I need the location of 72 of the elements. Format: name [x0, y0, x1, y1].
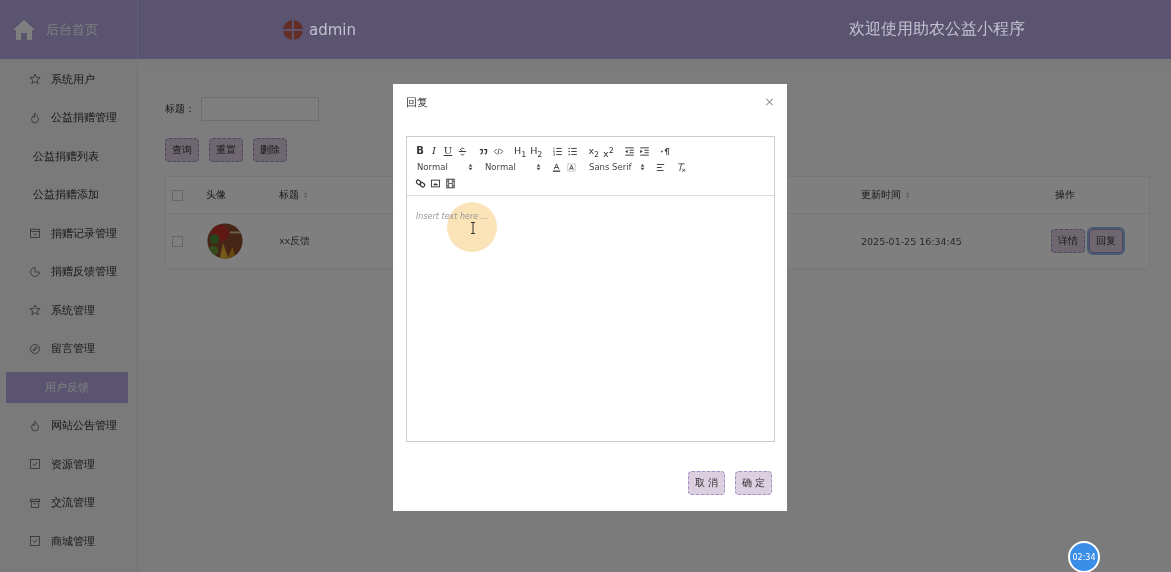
table-cell: 2025-01-25 16:34:45: [861, 235, 962, 247]
action-button[interactable]: 删除: [253, 138, 287, 162]
row-action-button[interactable]: 回复: [1089, 229, 1123, 253]
bullet-list-icon[interactable]: [567, 145, 579, 157]
highlight-color-icon[interactable]: [566, 161, 577, 173]
flame-icon: [29, 111, 41, 124]
chart-pie-icon: [29, 265, 41, 278]
italic-button[interactable]: I: [429, 144, 439, 158]
column-header[interactable]: 标题: [279, 188, 299, 202]
link-icon[interactable]: [415, 177, 426, 189]
dropdown-arrows-icon[interactable]: [536, 163, 541, 171]
sidebar-item[interactable]: 网站公告管理: [51, 418, 117, 434]
logo-icon: [283, 19, 303, 40]
dialog-button[interactable]: 取 消: [687, 471, 725, 495]
heading-button[interactable]: H$_{1}$: [514, 144, 527, 158]
sidebar-item[interactable]: 资源管理: [51, 456, 95, 472]
strikethrough-icon[interactable]: [457, 145, 468, 157]
column-header: 操作: [1055, 188, 1075, 202]
sidebar-item[interactable]: 系统管理: [51, 302, 95, 318]
close-button[interactable]: ×: [764, 93, 775, 113]
flame-icon: [29, 419, 41, 432]
checkbox-icon: [29, 535, 41, 548]
dropdown-arrows-icon[interactable]: [640, 163, 645, 171]
action-button[interactable]: 重置: [209, 138, 243, 162]
select-all-checkbox[interactable]: [172, 189, 183, 201]
text-cursor-icon: [470, 222, 476, 234]
sidebar-subitem[interactable]: 公益捐赠列表: [0, 137, 137, 176]
outdent-icon[interactable]: [623, 145, 635, 157]
heading-button[interactable]: H$_{2}$: [530, 144, 543, 158]
dialog-button[interactable]: 确 定: [734, 471, 772, 495]
action-button[interactable]: 查询: [165, 138, 199, 162]
text-color-icon[interactable]: [551, 161, 562, 173]
code-icon[interactable]: [493, 145, 504, 157]
field-label: 标题：: [165, 102, 195, 116]
bold-button[interactable]: B: [415, 144, 425, 158]
numbered-list-icon[interactable]: [552, 145, 564, 157]
sidebar-item[interactable]: 公益捐赠管理: [51, 110, 117, 126]
compass-icon: [29, 342, 41, 355]
column-header: 头像: [206, 188, 226, 202]
align-left-icon[interactable]: [655, 161, 666, 173]
format-dropdown[interactable]: Normal: [415, 162, 473, 172]
sidebar-item[interactable]: 商城管理: [51, 533, 95, 549]
archive-icon: [29, 496, 41, 509]
format-dropdown[interactable]: Normal: [483, 162, 541, 172]
format-dropdown[interactable]: Sans Serif: [587, 162, 645, 172]
image-icon[interactable]: [430, 177, 441, 189]
table-cell: xx反馈: [279, 234, 311, 248]
script-button[interactable]: x$^{2}$: [603, 144, 614, 158]
sidebar-item[interactable]: 捐赠记录管理: [51, 225, 117, 241]
star-icon: [29, 304, 41, 317]
column-header[interactable]: 更新时间: [861, 188, 901, 202]
calendar-icon: [29, 227, 41, 240]
row-checkbox[interactable]: [172, 235, 183, 247]
video-icon[interactable]: [445, 177, 456, 189]
welcome-title: 欢迎使用助农公益小程序: [849, 19, 1025, 40]
sidebar-subitem[interactable]: 公益捐赠添加: [0, 175, 137, 214]
star-icon: [29, 73, 41, 86]
user-name: admin: [309, 20, 356, 39]
underline-button[interactable]: U: [443, 144, 453, 158]
script-button[interactable]: x$_{2}$: [588, 144, 600, 158]
recording-timer: 02:34: [1068, 541, 1100, 572]
dropdown-arrows-icon[interactable]: [468, 163, 473, 171]
dialog-title: 回复: [406, 96, 428, 110]
row-action-button[interactable]: 详情: [1051, 229, 1085, 253]
paragraph-direction-icon[interactable]: [659, 145, 671, 157]
checkbox-icon: [29, 458, 41, 471]
sidebar-item[interactable]: 留言管理: [51, 341, 95, 357]
clear-format-icon[interactable]: [676, 161, 687, 173]
sidebar-item[interactable]: 系统用户: [51, 71, 95, 87]
indent-icon[interactable]: [638, 145, 650, 157]
sidebar-item[interactable]: 交流管理: [51, 495, 95, 511]
sidebar-item[interactable]: 捐赠反馈管理: [51, 264, 117, 280]
